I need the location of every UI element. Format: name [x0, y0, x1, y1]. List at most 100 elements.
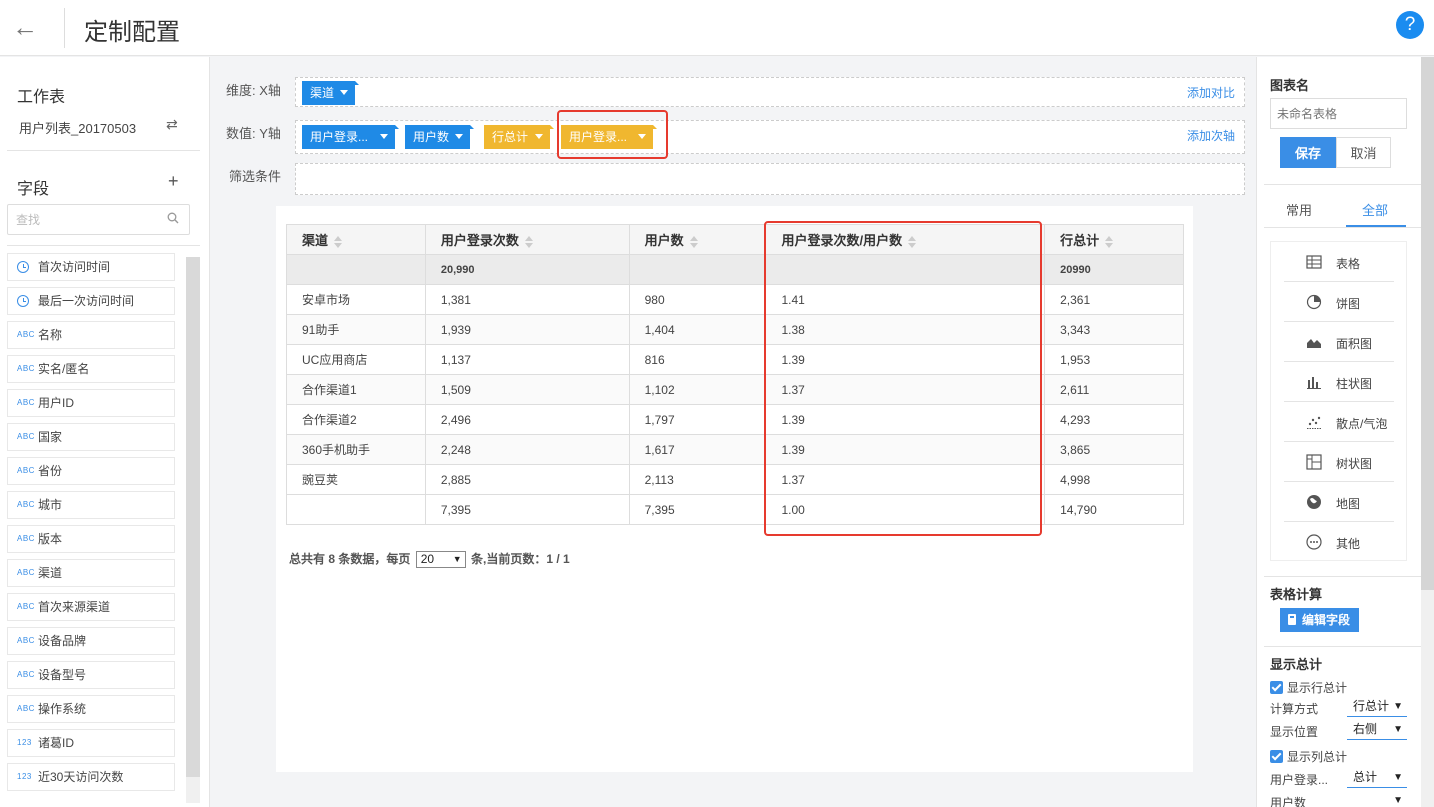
list-item[interactable]: ABC 实名/匿名	[7, 355, 175, 383]
page-size-select[interactable]: 20	[415, 551, 466, 569]
search-input[interactable]	[7, 204, 190, 235]
list-item[interactable]: ABC 版本	[7, 525, 175, 553]
chart-type-treemap[interactable]: 树状图	[1284, 442, 1394, 482]
list-item[interactable]: ABC 城市	[7, 491, 175, 519]
text-type-icon: ABC	[17, 432, 35, 441]
add-field-icon[interactable]: +	[168, 171, 179, 192]
column-header[interactable]: 用户登录次数	[424, 224, 630, 255]
table-row: 合作渠道1 1,509 1,102 1.37 2,611	[286, 374, 1184, 405]
show-col-total-checkbox[interactable]: 显示列总计	[1270, 748, 1347, 765]
list-item[interactable]: ABC 操作系统	[7, 695, 175, 723]
sort-icon[interactable]	[689, 235, 698, 248]
table-row: 合作渠道2 2,496 1,797 1.39 4,293	[286, 404, 1184, 435]
filter-dropzone[interactable]	[295, 163, 1245, 195]
list-item[interactable]: 首次访问时间	[7, 253, 175, 281]
cancel-button[interactable]: 取消	[1336, 137, 1391, 168]
sort-icon[interactable]	[524, 235, 533, 248]
sort-icon[interactable]	[1105, 235, 1114, 248]
calculator-icon	[1288, 614, 1296, 625]
divider	[1264, 576, 1421, 577]
chart-type-bar[interactable]: 柱状图	[1284, 362, 1394, 402]
number-type-icon: 123	[17, 772, 32, 781]
chart-type-pie[interactable]: 饼图	[1284, 282, 1394, 322]
chart-name-input[interactable]	[1270, 98, 1407, 129]
list-item[interactable]: ABC 省份	[7, 457, 175, 485]
list-item[interactable]: ABC 用户ID	[7, 389, 175, 417]
divider	[1264, 227, 1421, 228]
divider	[7, 245, 200, 246]
chart-type-area[interactable]: 面积图	[1284, 322, 1394, 362]
chart-type-list: 表格 饼图 面积图 柱状图 散点/气泡 树状图 地图 其他	[1270, 241, 1407, 561]
chart-type-map[interactable]: 地图	[1284, 482, 1394, 522]
y-pill-row-total[interactable]: 行总计	[484, 125, 554, 149]
swap-icon[interactable]: ⇄	[166, 116, 178, 133]
y-axis-dropzone[interactable]: 用户登录... 用户数 行总计 用户登录... 添加次轴	[295, 120, 1245, 154]
checkbox-label: 显示行总计	[1287, 681, 1348, 695]
col-field-2-select[interactable]: ▼	[1347, 792, 1407, 807]
pill-label: 用户数	[413, 130, 450, 144]
col-field-1-select[interactable]: 总计 ▼	[1347, 769, 1407, 788]
search-icon[interactable]	[167, 212, 179, 224]
text-type-icon: ABC	[17, 364, 35, 373]
table-cell: 91助手	[286, 314, 426, 345]
field-name: 近30天访问次数	[38, 770, 124, 784]
edit-field-button[interactable]: 编辑字段	[1280, 608, 1359, 632]
back-arrow-icon[interactable]: ←	[12, 12, 42, 42]
clock-icon	[17, 295, 29, 307]
column-header[interactable]: 行总计	[1044, 224, 1184, 255]
x-pill-channel[interactable]: 渠道	[302, 81, 359, 105]
y-pill-user-count[interactable]: 用户数	[405, 125, 474, 149]
table-cell: UC应用商店	[286, 344, 426, 375]
save-button[interactable]: 保存	[1280, 137, 1336, 168]
table-cell	[286, 254, 426, 285]
add-secondary-axis-link[interactable]: 添加次轴	[1187, 127, 1235, 144]
table-cell: 1,404	[628, 314, 767, 345]
list-item[interactable]: ABC 设备型号	[7, 661, 175, 689]
tab-common[interactable]: 常用	[1286, 200, 1312, 219]
field-name: 实名/匿名	[38, 362, 90, 376]
column-header[interactable]: 渠道	[286, 224, 426, 255]
table-row: 7,395 7,395 1.00 14,790	[286, 494, 1184, 525]
list-item[interactable]: 123 诸葛ID	[7, 729, 175, 757]
table-cell: 1,102	[628, 374, 767, 405]
list-item[interactable]: ABC 渠道	[7, 559, 175, 587]
list-item[interactable]: ABC 设备品牌	[7, 627, 175, 655]
show-row-total-checkbox[interactable]: 显示行总计	[1270, 679, 1347, 696]
right-panel-scrollbar-thumb[interactable]	[1421, 57, 1434, 590]
table-cell: 3,865	[1044, 434, 1184, 465]
pill-label: 行总计	[492, 130, 529, 144]
position-select[interactable]: 右侧 ▼	[1347, 721, 1407, 740]
pager-suffix: 条,当前页数：1 / 1	[471, 552, 570, 566]
text-type-icon: ABC	[17, 636, 35, 645]
chart-type-label: 饼图	[1336, 297, 1361, 311]
field-name: 版本	[38, 532, 63, 546]
page-title: 定制配置	[84, 19, 180, 46]
help-icon[interactable]: ?	[1396, 11, 1424, 39]
list-item[interactable]: 最后一次访问时间	[7, 287, 175, 315]
chart-type-other[interactable]: 其他	[1284, 522, 1394, 562]
chart-type-table[interactable]: 表格	[1284, 242, 1394, 282]
filter-label: 筛选条件	[229, 169, 282, 184]
field-list-scrollbar-thumb[interactable]	[186, 257, 200, 777]
list-item[interactable]: ABC 国家	[7, 423, 175, 451]
y-pill-login-count[interactable]: 用户登录...	[302, 125, 399, 149]
table-cell	[286, 494, 426, 525]
list-item[interactable]: ABC 名称	[7, 321, 175, 349]
column-header-label: 用户登录次数	[440, 233, 519, 248]
field-list: 首次访问时间 最后一次访问时间 ABC 名称 ABC 实名/匿名 ABC 用户ID A…	[7, 253, 177, 803]
field-name: 国家	[38, 430, 63, 444]
tab-all[interactable]: 全部	[1362, 200, 1388, 219]
x-axis-dropzone[interactable]: 渠道 添加对比	[295, 77, 1245, 107]
list-item[interactable]: ABC 首次来源渠道	[7, 593, 175, 621]
highlight-box	[557, 110, 668, 159]
calc-method-select[interactable]: 行总计 ▼	[1347, 698, 1407, 717]
text-type-icon: ABC	[17, 398, 35, 407]
table-cell: 1,509	[424, 374, 630, 405]
chart-type-scatter[interactable]: 散点/气泡	[1284, 402, 1394, 442]
table-cell	[628, 254, 767, 285]
checkbox-checked-icon	[1270, 681, 1283, 694]
sort-icon[interactable]	[334, 235, 343, 248]
list-item[interactable]: 123 近30天访问次数	[7, 763, 175, 791]
column-header[interactable]: 用户数	[628, 224, 767, 255]
add-compare-link[interactable]: 添加对比	[1187, 84, 1235, 101]
